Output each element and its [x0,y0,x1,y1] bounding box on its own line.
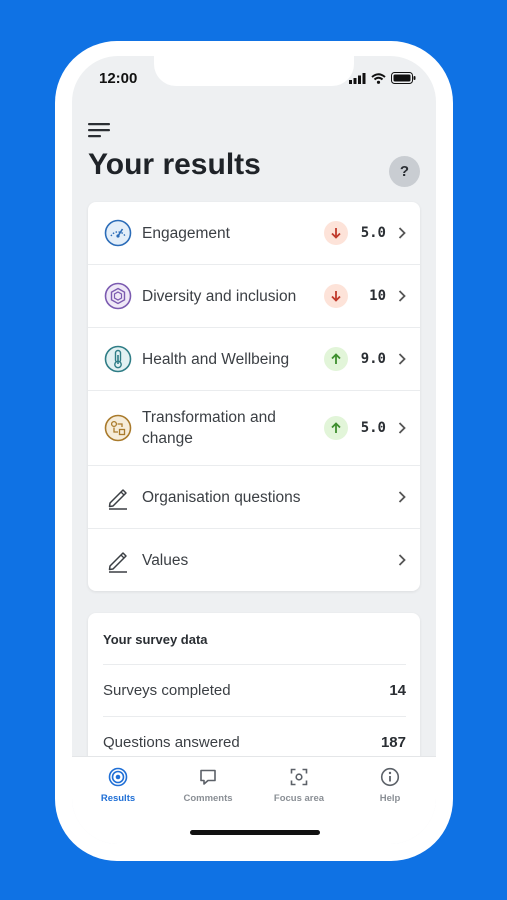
trend-down-icon [324,221,348,245]
tab-focus-area[interactable]: Focus area [259,767,339,804]
app-screen: 12:00 Your results ? Engagement 5.0 Dive… [72,56,436,844]
survey-row-value: 14 [389,682,406,699]
speedometer-icon [104,219,132,247]
page-title: Your results [88,148,261,181]
result-row-organisation-questions[interactable]: Organisation questions [88,466,420,529]
chevron-right-icon [398,491,406,503]
result-row-values[interactable]: Values [88,529,420,591]
result-row-diversity[interactable]: Diversity and inclusion 10 [88,265,420,328]
battery-icon [391,72,416,84]
pencil-icon [108,489,127,510]
chevron-right-icon [398,290,406,302]
result-row-health[interactable]: Health and Wellbeing 9.0 [88,328,420,391]
status-icons [349,72,416,84]
result-label: Transformation and change [142,409,276,447]
hexagon-network-icon [104,282,132,310]
transform-icon [104,414,132,442]
result-score: 5.0 [360,225,386,241]
thermometer-icon [104,345,132,373]
result-row-engagement[interactable]: Engagement 5.0 [88,202,420,265]
result-label: Organisation questions [142,488,301,506]
trend-up-icon [324,347,348,371]
tab-label: Comments [183,793,233,804]
survey-data-title: Your survey data [103,613,406,665]
tab-results[interactable]: Results [78,767,158,804]
target-icon [108,767,128,787]
menu-icon[interactable] [88,122,110,138]
trend-up-icon [324,416,348,440]
result-label: Engagement [142,224,230,242]
notch [154,56,354,86]
tab-label: Help [379,793,401,804]
result-row-transformation[interactable]: Transformation and change 5.0 [88,391,420,466]
wifi-icon [371,72,386,84]
result-score: 5.0 [360,420,386,436]
survey-row-completed: Surveys completed 14 [103,665,406,717]
chevron-right-icon [398,422,406,434]
comment-icon [200,769,216,785]
result-label: Values [142,551,189,569]
result-score: 9.0 [360,351,386,367]
chevron-right-icon [398,554,406,566]
help-button[interactable]: ? [389,156,420,187]
survey-row-label: Surveys completed [103,682,231,699]
result-label: Diversity and inclusion [142,287,297,305]
results-card: Engagement 5.0 Diversity and inclusion 1… [88,202,420,591]
survey-row-value: 187 [380,734,406,751]
chevron-right-icon [398,353,406,365]
trend-down-icon [324,284,348,308]
result-score: 10 [369,288,386,304]
tab-label: Focus area [273,793,325,804]
signal-icon [349,72,366,84]
result-label: Health and Wellbeing [142,350,290,368]
tab-label: Results [100,793,136,804]
home-indicator [190,830,320,835]
focus-icon [290,768,308,786]
status-time: 12:00 [99,70,138,87]
chevron-right-icon [398,227,406,239]
info-icon [380,767,400,787]
tab-help[interactable]: Help [350,767,430,804]
pencil-icon [108,552,127,573]
survey-row-label: Questions answered [103,734,240,751]
tab-comments[interactable]: Comments [168,767,248,804]
